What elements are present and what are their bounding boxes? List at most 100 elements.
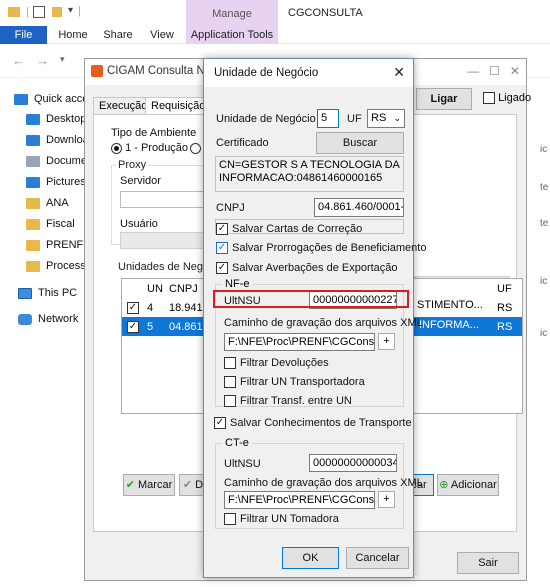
producao-radio[interactable]: 1 - Produção (111, 142, 188, 154)
radio-icon (190, 142, 201, 154)
tab-requisicao[interactable]: Requisição (145, 97, 212, 115)
salvar-cartas-checkbox[interactable]: ✓ Salvar Cartas de Correção (216, 223, 362, 236)
folder-icon (26, 197, 40, 209)
salvar-averbacoes-checkbox[interactable]: ✓ Salvar Averbações de Exportação (216, 262, 398, 275)
nav-fiscal[interactable]: Fiscal (26, 213, 75, 235)
cte-ultnsu-input[interactable]: 000000000000349 (309, 454, 397, 472)
nfe-legend: NF-e (222, 278, 253, 290)
nav-network[interactable]: Network (18, 308, 78, 330)
tab-file[interactable]: File (0, 26, 47, 44)
checkbox-icon (224, 513, 236, 526)
window-controls[interactable]: — ☐ ✕ (467, 64, 520, 78)
buscar-certificado-button[interactable]: Buscar Certificado (316, 132, 404, 169)
tipo-ambiente-label: Tipo de Ambiente (111, 127, 197, 139)
cnpj-label: CNPJ (216, 202, 245, 214)
separator: | (26, 6, 29, 18)
row-desc-2: INFORMA... (417, 318, 481, 332)
servidor-input[interactable] (120, 191, 206, 208)
new-folder-icon[interactable] (52, 7, 62, 17)
back-arrow-icon[interactable]: ← (12, 53, 25, 68)
document-icon (26, 155, 40, 167)
nav-desktop[interactable]: Desktop (26, 108, 86, 130)
row-checkbox[interactable]: ✓ (127, 320, 139, 333)
row-checkbox[interactable]: ✓ (127, 301, 139, 314)
desktop-icon (26, 113, 40, 125)
download-icon (26, 134, 40, 146)
folder-icon (26, 260, 40, 272)
folder-icon (26, 218, 40, 230)
ok-button[interactable]: OK (282, 547, 339, 569)
tab-home[interactable]: Home (52, 26, 94, 44)
computer-icon (18, 287, 32, 299)
ligado-checkbox[interactable]: Ligado (483, 92, 531, 105)
adicionar-button[interactable]: ⊕ Adicionar (437, 474, 499, 496)
dropdown-icon[interactable]: ▾ (68, 5, 73, 16)
network-icon (18, 313, 32, 325)
navigation-pane: Quick access Desktop Downloads Documents… (0, 88, 102, 348)
dialog-title: Unidade de Negócio (214, 67, 319, 79)
checkbox-icon (224, 395, 236, 408)
cte-caminho-label: Caminho de gravação dos arquivos XML (224, 477, 423, 489)
homologacao-radio[interactable] (190, 142, 201, 154)
cigam-title: CIGAM Consulta NFe (107, 65, 219, 77)
nav-this-pc[interactable]: This PC (18, 282, 77, 304)
cte-ultnsu-label: UltNSU (224, 458, 261, 470)
checkbox-icon (224, 357, 236, 370)
proxy-label: Proxy (116, 159, 149, 171)
header-uf: UF (497, 282, 512, 295)
salvar-prorrogacoes-checkbox[interactable]: ✓ Salvar Prorrogações de Beneficiamento (216, 242, 426, 255)
star-icon (14, 93, 28, 105)
marcar-button[interactable]: ✔ Marcar (123, 474, 175, 496)
uncheck-icon: ✔ (182, 479, 193, 491)
nav-pictures[interactable]: Pictures (26, 171, 86, 193)
plus-icon: ⊕ (439, 479, 449, 491)
tab-share[interactable]: Share (98, 26, 138, 44)
manage-label: Manage (212, 8, 252, 20)
close-icon[interactable]: ✕ (393, 64, 405, 81)
nav-prenf[interactable]: PRENF (26, 234, 83, 256)
nfe-browse-button[interactable]: + (378, 333, 395, 350)
unidade-input[interactable]: 5 (317, 109, 339, 128)
folder-icon (8, 7, 20, 17)
filtrar-devolucoes-checkbox[interactable]: Filtrar Devoluções (224, 357, 329, 370)
tab-view[interactable]: View (142, 26, 182, 44)
unidade-negocio-dialog: Unidade de Negócio ✕ Unidade de Negócio … (203, 58, 426, 578)
nfe-path-input[interactable]: F:\NFE\Proc\PRENF\CGConsulta2\ (224, 333, 375, 351)
manage-context-tab: Manage (186, 0, 278, 26)
checkbox-checked-icon: ✓ (216, 223, 228, 236)
tab-application-tools[interactable]: Application Tools (186, 26, 278, 44)
nav-processa[interactable]: Processa (26, 255, 92, 277)
salvar-cte-checkbox[interactable]: ✓ Salvar Conhecimentos de Transporte (214, 417, 412, 430)
nav-ana[interactable]: ANA (26, 192, 69, 214)
cancelar-button[interactable]: Cancelar (346, 547, 409, 569)
cte-group: CT-e UltNSU 000000000000349 Caminho de g… (215, 437, 423, 529)
recent-dropdown-icon[interactable]: ▾ (60, 54, 65, 65)
radio-selected-icon (111, 142, 122, 154)
unidade-label: Unidade de Negócio (216, 113, 316, 125)
cte-browse-button[interactable]: + (378, 491, 395, 508)
uf-label: UF (347, 113, 362, 125)
checkbox-icon (224, 376, 236, 389)
cte-path-input[interactable]: F:\NFE\Proc\PRENF\CGConsulta2\ (224, 491, 375, 509)
sair-button[interactable]: Sair (457, 552, 519, 574)
checkbox-checked-icon: ✓ (216, 262, 228, 275)
filtrar-un-tomadora-checkbox[interactable]: Filtrar UN Tomadora (224, 513, 339, 526)
separator: | (78, 5, 81, 17)
ribbon-tabs: File Home Share View Application Tools (0, 26, 550, 44)
highlight-box (213, 290, 409, 308)
checkbox-checked-icon: ✓ (214, 417, 226, 430)
forward-arrow-icon[interactable]: → (36, 53, 49, 68)
explorer-titlebar: | ▾ | Manage CGCONSULTA (0, 0, 550, 26)
nfe-caminho-label: Caminho de gravação dos arquivos XML (224, 317, 423, 329)
uf-select[interactable]: RS ⌄ (367, 109, 405, 128)
filtrar-un-transp-checkbox[interactable]: Filtrar UN Transportadora (224, 376, 365, 389)
cnpj-input[interactable]: 04.861.460/0001-65 (314, 198, 404, 217)
certificado-label: Certificado (216, 137, 269, 149)
properties-icon[interactable] (33, 6, 45, 18)
filtrar-transf-checkbox[interactable]: Filtrar Transf. entre UN (224, 395, 352, 408)
ligar-button[interactable]: Ligar (416, 88, 472, 110)
check-icon: ✔ (125, 479, 135, 491)
checkbox-icon (483, 92, 495, 105)
usuario-input[interactable] (120, 232, 206, 249)
cigam-logo-icon (91, 65, 103, 77)
